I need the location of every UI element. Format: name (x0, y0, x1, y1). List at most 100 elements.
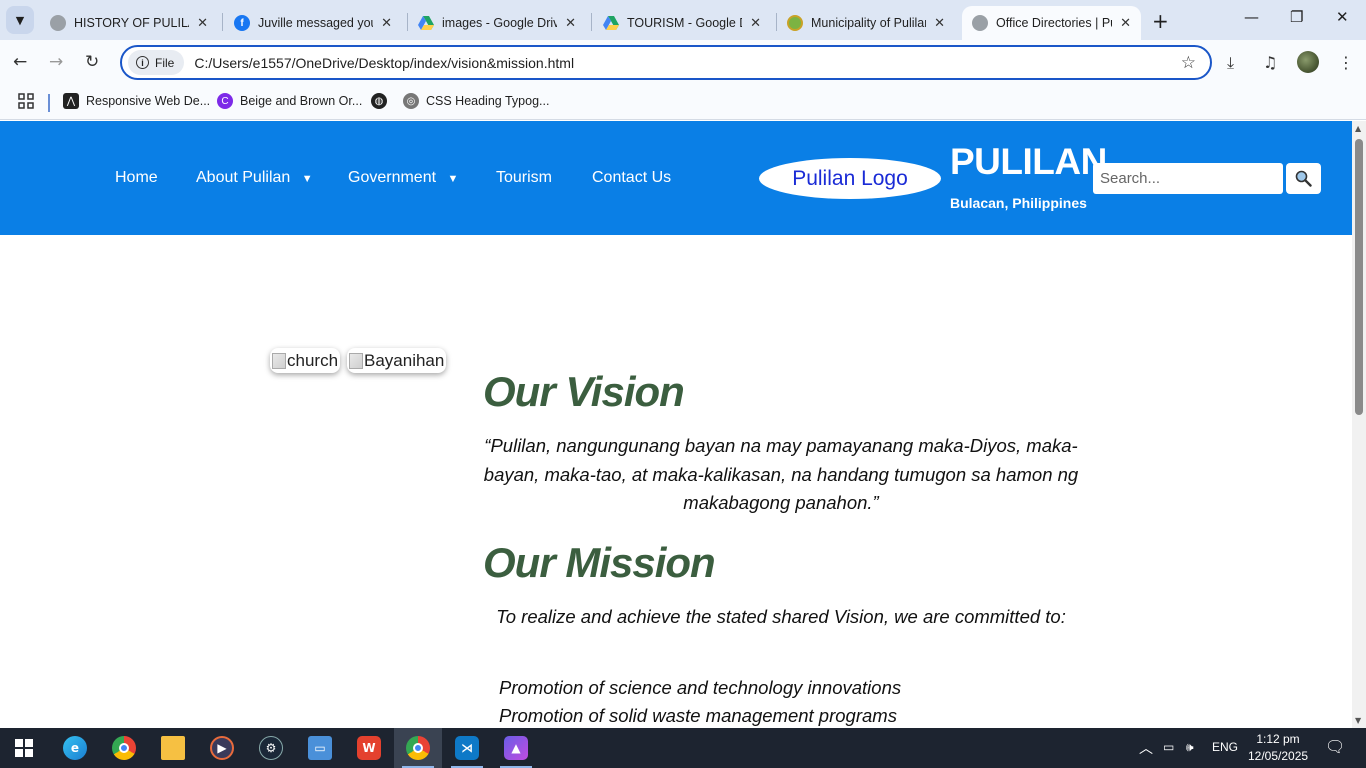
church-image: church (270, 348, 341, 373)
bookmark-label: Beige and Brown Or... (240, 94, 363, 108)
back-icon[interactable]: ← (13, 52, 27, 72)
battery-icon[interactable]: ▭ (1163, 740, 1174, 754)
image-alt-text: Bayanihan (364, 350, 445, 370)
tab-history-of-pulilan[interactable]: HISTORY OF PULILAN ✕ (40, 6, 218, 40)
tab-tourism-drive[interactable]: TOURISM - Google Drive ✕ (593, 6, 771, 40)
nav-label: Government (348, 169, 437, 186)
system-clock[interactable]: 1:12 pm 12/05/2025 (1248, 731, 1308, 765)
nav-label: About Pulilan (196, 169, 291, 186)
bookmark-beige-brown[interactable]: C Beige and Brown Or... (217, 93, 362, 109)
address-bar[interactable]: i File C:/Users/e1557/OneDrive/Desktop/i… (120, 45, 1212, 80)
tab-title: HISTORY OF PULILAN (74, 16, 189, 30)
scroll-up-icon[interactable]: ▲ (1355, 124, 1361, 133)
edge-icon: e (63, 736, 87, 760)
info-icon: i (136, 56, 149, 69)
vision-heading: Our Vision (483, 368, 685, 415)
nav-contact-us[interactable]: Contact Us (592, 169, 671, 187)
bookmark-css-heading[interactable]: ◎ CSS Heading Typog... (403, 93, 549, 109)
windows-icon (15, 739, 33, 757)
close-icon[interactable]: ✕ (565, 15, 576, 31)
nav-home[interactable]: Home (115, 169, 158, 187)
google-drive-icon (603, 15, 619, 31)
css-icon: ◎ (403, 93, 419, 109)
taskbar-photos[interactable]: ▲ (492, 728, 540, 768)
nav-about-pulilan[interactable]: About Pulilan ▼ (196, 169, 313, 187)
star-icon[interactable]: ☆ (1181, 53, 1196, 73)
scroll-thumb[interactable] (1355, 139, 1363, 415)
page-scrollbar[interactable]: ▲ ▼ (1352, 121, 1366, 728)
wps-icon: W (357, 736, 381, 760)
bookmark-globe[interactable]: ◍ (371, 93, 394, 109)
apps-grid-icon[interactable] (18, 93, 34, 109)
taskbar-edge[interactable]: e (51, 728, 99, 768)
url-text[interactable]: C:/Users/e1557/OneDrive/Desktop/index/vi… (194, 55, 1180, 71)
window-close-icon[interactable]: ✕ (1336, 8, 1349, 26)
tab-facebook[interactable]: f Juville messaged you ✕ (224, 6, 402, 40)
bayanihan-image: Bayanihan (347, 348, 447, 373)
tab-separator (591, 13, 592, 31)
pulilan-seal-icon (787, 15, 803, 31)
tab-separator (222, 13, 223, 31)
clock-date: 12/05/2025 (1248, 749, 1309, 763)
taskbar-wps[interactable]: W (345, 728, 393, 768)
nav-tourism[interactable]: Tourism (496, 169, 552, 187)
tab-images-drive[interactable]: images - Google Drive ✕ (408, 6, 586, 40)
taskbar-file-explorer[interactable] (149, 728, 197, 768)
minimize-icon[interactable]: — (1244, 8, 1259, 26)
tab-municipality[interactable]: Municipality of Pulilan ✕ (777, 6, 955, 40)
steam-icon: ⚙ (259, 736, 283, 760)
taskbar-chrome[interactable] (100, 728, 148, 768)
close-icon[interactable]: ✕ (1120, 15, 1131, 31)
reload-icon[interactable]: ↻ (85, 52, 99, 72)
notification-icon[interactable]: 🗨 (1325, 737, 1345, 757)
image-alt-text: church (287, 350, 339, 370)
media-control-icon[interactable]: ♫ (1263, 53, 1277, 72)
scroll-down-icon[interactable]: ▼ (1355, 716, 1361, 725)
tab-search-button[interactable]: ▼ (6, 6, 34, 34)
start-button[interactable] (0, 728, 48, 768)
laptop-icon: ▭ (308, 736, 332, 760)
bookmark-responsive-web[interactable]: ⋀ Responsive Web De... (63, 93, 210, 109)
forward-icon[interactable]: → (49, 52, 63, 72)
restore-icon[interactable]: ❐ (1290, 8, 1303, 26)
close-icon[interactable]: ✕ (197, 15, 208, 31)
volume-icon[interactable]: 🕪 (1186, 740, 1194, 755)
new-tab-button[interactable]: + (1152, 9, 1169, 33)
brand-subtitle: Bulacan, Philippines (950, 195, 1087, 211)
chevron-up-icon[interactable]: ︿ (1139, 738, 1153, 758)
chip-label: File (155, 55, 175, 70)
play-icon: ▶ (210, 736, 234, 760)
pulilan-logo[interactable]: Pulilan Logo (759, 158, 941, 199)
taskbar-chrome-active[interactable] (394, 728, 442, 768)
site-header: Home About Pulilan ▼ Government ▼ Touris… (0, 121, 1352, 235)
more-menu-icon[interactable]: ⋮ (1338, 53, 1354, 72)
tab-title: Juville messaged you (258, 16, 374, 30)
broken-image-icon (272, 352, 286, 369)
search-button[interactable] (1286, 163, 1321, 194)
download-icon[interactable]: ⤓ (1227, 53, 1234, 73)
vscode-icon: ⋊ (455, 736, 479, 760)
taskbar-media-player[interactable]: ▶ (198, 728, 246, 768)
windows-taskbar: e ▶ ⚙ ▭ W ⋊ ▲ ︿ ▭ 🕪 ENG 1:12 pm 12/05/20… (0, 728, 1366, 768)
profile-avatar[interactable] (1297, 51, 1319, 73)
close-icon[interactable]: ✕ (381, 15, 392, 31)
chrome-icon (112, 736, 136, 760)
chrome-icon (406, 736, 430, 760)
close-icon[interactable]: ✕ (750, 15, 761, 31)
tab-title: images - Google Drive (442, 16, 558, 30)
taskbar-vscode[interactable]: ⋊ (443, 728, 491, 768)
nav-government[interactable]: Government ▼ (348, 169, 458, 187)
web-design-icon: ⋀ (63, 93, 79, 109)
globe-icon (50, 15, 66, 31)
brand-title: PULILAN (950, 141, 1107, 182)
chevron-down-icon: ▼ (301, 173, 313, 185)
site-info-chip[interactable]: i File (128, 50, 185, 75)
search-input[interactable] (1093, 163, 1283, 194)
language-indicator[interactable]: ENG (1212, 740, 1238, 754)
search-icon (1295, 170, 1312, 187)
taskbar-laptop-app[interactable]: ▭ (296, 728, 344, 768)
close-icon[interactable]: ✕ (934, 15, 945, 31)
canva-icon: C (217, 93, 233, 109)
taskbar-steam[interactable]: ⚙ (247, 728, 295, 768)
tab-office-directories[interactable]: Office Directories | Pulilan ✕ (962, 6, 1141, 40)
